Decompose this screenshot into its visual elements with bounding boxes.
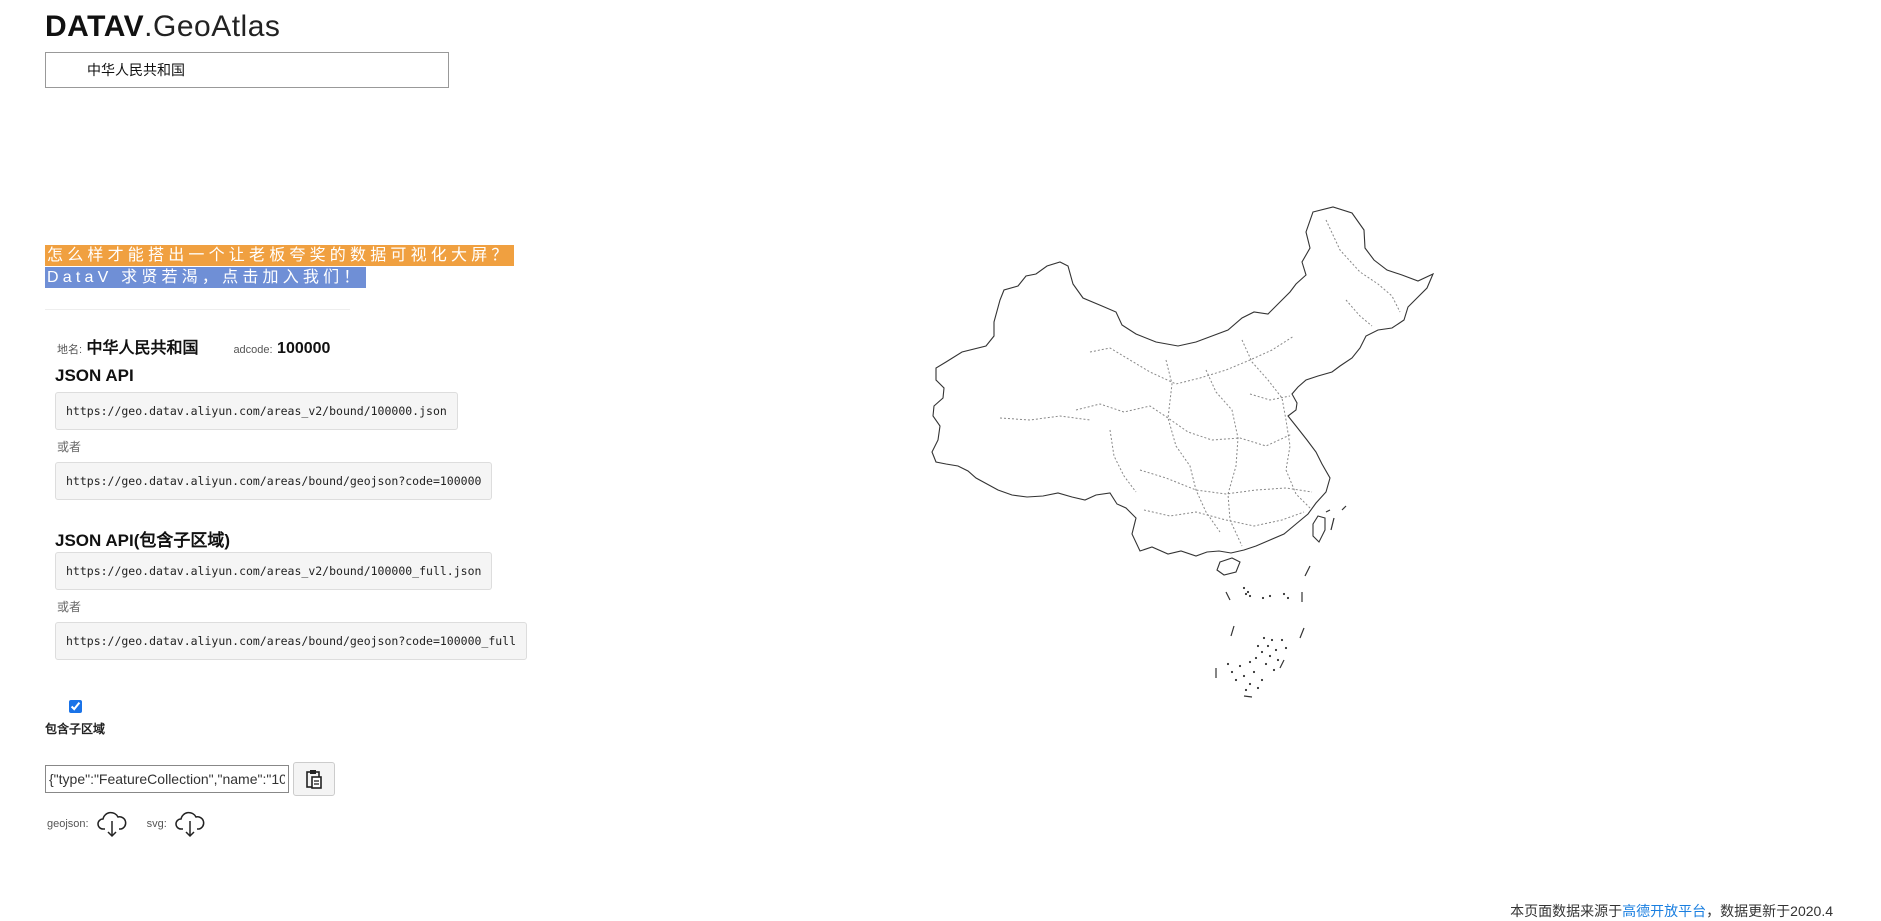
china-map[interactable] [920,200,1450,710]
recruit-banner-question[interactable]: 怎么样才能搭出一个让老板夸奖的数据可视化大屏？ [45,245,514,266]
geojson-output-field[interactable] [45,765,289,793]
footer-suffix: ，数据更新于2020.4 [1706,903,1833,919]
copy-button[interactable] [293,762,335,796]
name-label: 地名: [57,344,83,356]
logo: DATAV.GeoAtlas [45,10,280,44]
logo-bold-text: DATAV [45,10,145,43]
json-api-url-alt[interactable]: https://geo.datav.aliyun.com/areas/bound… [55,462,493,500]
adcode-value: 100000 [277,340,331,357]
json-api-full-heading: JSON API(包含子区域) [55,531,231,550]
region-name: 中华人民共和国 [86,340,199,357]
china-outline [931,206,1435,557]
geojson-download-icon[interactable] [96,809,127,839]
download-row: geojson: svg: [47,808,205,840]
logo-light-text: .GeoAtlas [144,10,281,43]
divider [45,309,350,310]
amap-link[interactable]: 高德开放平台 [1622,903,1706,919]
json-api-heading: JSON API [55,366,134,385]
json-api-full-url-alt[interactable]: https://geo.datav.aliyun.com/areas/bound… [55,622,528,660]
include-subregion-checkbox[interactable] [69,700,82,713]
hainan-island [1216,557,1241,576]
geojson-download-label: geojson: [47,818,89,830]
region-search-input[interactable] [45,52,449,88]
svg-download-label: svg: [146,818,167,830]
json-api-full-url[interactable]: https://geo.datav.aliyun.com/areas_v2/bo… [55,552,493,590]
adcode-label: adcode: [233,344,273,356]
or-text: 或者 [57,440,82,454]
json-api-url[interactable]: https://geo.datav.aliyun.com/areas_v2/bo… [55,392,458,430]
island-dots [1226,586,1290,692]
svg-download-icon[interactable] [175,809,205,839]
or-text: 或者 [57,600,82,614]
footer-prefix: 本页面数据来源于 [1510,903,1623,919]
include-subregion-label: 包含子区域 [45,722,106,736]
region-info: 地名: 中华人民共和国 adcode: 100000 [57,334,330,358]
clipboard-icon [306,770,322,789]
footer-credit: 本页面数据来源于高德开放平台，数据更新于2020.4 [1510,901,1833,921]
taiwan-island [1312,515,1326,543]
recruit-banner-join[interactable]: DataV 求贤若渴，点击加入我们！ [45,267,366,288]
